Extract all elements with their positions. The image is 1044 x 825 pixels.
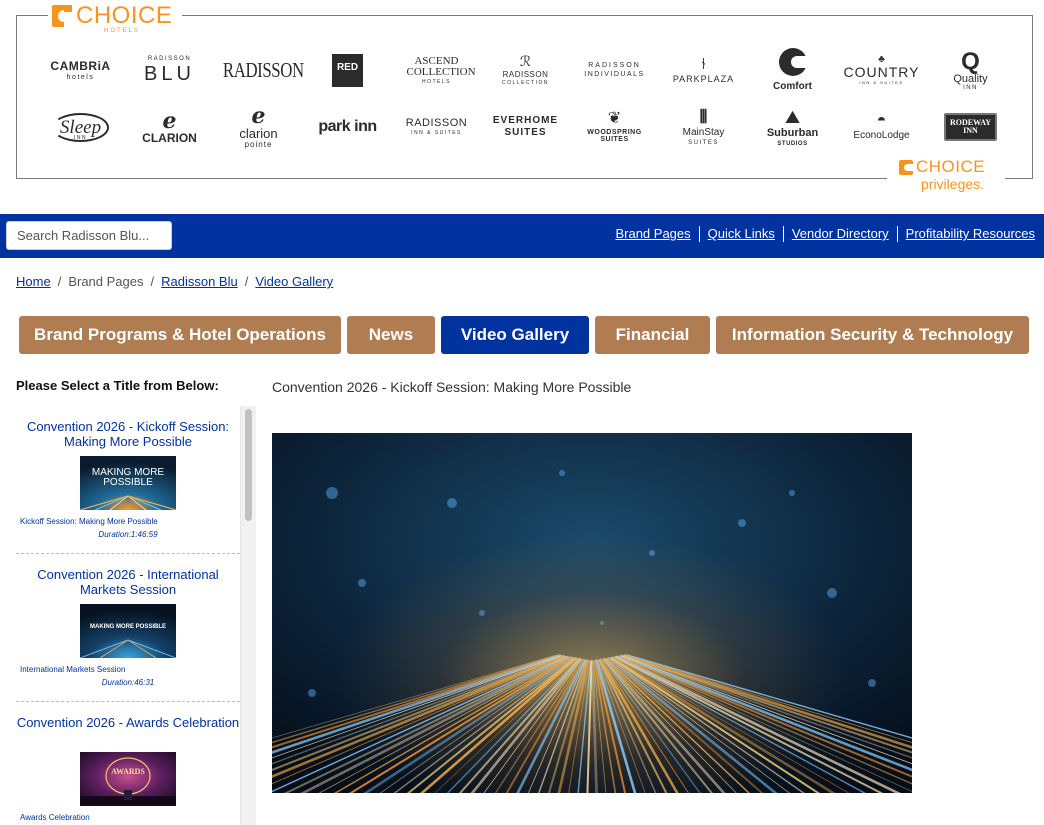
video-list: Convention 2026 - Kickoff Session: Makin… [16,406,240,825]
woodspring-leaf-icon: ❦ [607,110,622,127]
breadcrumb: Home / Brand Pages / Radisson Blu / Vide… [16,274,333,289]
rodeway-sub: INN [963,126,978,135]
brand-logo-quality-inn[interactable]: Q Quality INN [926,47,1015,91]
brand-logo-radisson-collection[interactable]: ℛ RADISSON COLLECTION [481,55,570,86]
list-item[interactable]: Convention 2026 - International Markets … [16,554,240,702]
brand-logo-country-inn[interactable]: ♣ COUNTRY INN & SUITES [837,55,926,85]
video-item-duration: Duration:46:31 [101,678,155,687]
breadcrumb-separator: / [150,274,155,289]
select-title-heading: Please Select a Title from Below: [16,378,219,393]
brand-logo-econolodge[interactable]: ◓ EconoLodge [837,113,926,141]
thumbnail-caption: MAKING MORE POSSIBLE [80,624,176,630]
tab-information-security[interactable]: Information Security & Technology [716,316,1029,354]
video-player[interactable] [272,433,912,793]
video-item-description: Kickoff Session: Making More Possible [20,517,158,526]
video-thumbnail[interactable]: MAKING MORE POSSIBLE [80,604,176,658]
brand-logo-radisson-inn-suites[interactable]: RADISSON INN & SUITES [392,118,481,136]
list-item[interactable]: Convention 2026 - Kickoff Session: Makin… [16,406,240,554]
brand-logo-row-1: CAMBRiA hotels RADISSON BLU RADISSON RED… [36,48,1021,92]
tab-financial[interactable]: Financial [595,316,710,354]
video-item-description: International Markets Session [20,665,126,674]
clarion-pointe-e-icon: ℯ [251,103,266,128]
video-item-title[interactable]: Convention 2026 - Awards Celebration [16,715,240,730]
sidebar-scrollbar-thumb[interactable] [245,409,252,521]
quality-q-icon: Q [961,47,980,75]
brand-logo-ascend[interactable]: ASCEND COLLECTION HOTELS [392,55,481,85]
breadcrumb-separator: / [57,274,62,289]
comfort-c-icon [778,48,807,76]
video-item-title[interactable]: Convention 2026 - International Markets … [16,567,240,597]
mainstay-bars-icon: ⦀ [699,107,708,127]
choice-hotels-logo[interactable]: CHOICE [52,3,172,29]
thumbnail-caption-text: MAKING MORE POSSIBLE [89,624,166,630]
list-item[interactable]: Convention 2026 - Awards Celebration AWA… [16,702,240,825]
brand-logo-suburban[interactable]: ⛰ Suburban STUDIOS [748,108,837,147]
nav-link-brand-pages[interactable]: Brand Pages [607,226,698,242]
video-item-description: Awards Celebration [20,813,90,822]
park-plaza-mark-icon: ⫮ [701,55,706,73]
thumbnail-caption: AWARDS [80,768,176,776]
econolodge-swoosh-icon: ◓ [876,112,887,129]
choice-privileges-logo[interactable]: CHOICE privileges. [887,152,1005,197]
suburban-mountain-icon: ⛰ [784,106,801,127]
brand-logo-row-2: Sleep INN ℯ CLARION ℯ clarion pointe par… [36,105,1021,149]
brand-logo-everhome[interactable]: EVERHOME SUITES [481,116,570,138]
nav-link-profitability-resources[interactable]: Profitability Resources [896,226,1035,242]
brand-logo-comfort[interactable]: Comfort [748,48,837,92]
brand-logo-radisson-individuals[interactable]: RADISSON INDIVIDUALS [570,62,659,78]
nav-links: Brand Pages Quick Links Vendor Directory… [607,226,1035,242]
video-list-panel[interactable]: Convention 2026 - Kickoff Session: Makin… [16,406,256,825]
brand-logo-radisson[interactable]: RADISSON [214,59,304,81]
thumbnail-caption-text: MAKING MORE POSSIBLE [91,467,165,488]
choice-logo-mark-icon [52,5,73,27]
thumbnail-caption: MAKING MORE POSSIBLE [80,468,176,488]
thumbnail-caption-text: AWARDS [111,767,145,776]
breadcrumb-radisson-blu[interactable]: Radisson Blu [161,274,238,289]
brand-logo-woodspring[interactable]: ❦ WOODSPRING SUITES [570,110,659,144]
nav-link-quick-links[interactable]: Quick Links [698,226,783,242]
brand-logo-clarion[interactable]: ℯ CLARION [125,108,214,145]
search-input[interactable] [6,221,172,250]
brand-logo-radisson-blu[interactable]: RADISSON BLU [125,56,214,84]
thumbnail-international-art [80,604,176,658]
breadcrumb-home[interactable]: Home [16,274,51,289]
video-item-title[interactable]: Convention 2026 - Kickoff Session: Makin… [16,419,240,449]
current-video-title: Convention 2026 - Kickoff Session: Makin… [272,379,632,395]
tab-video-gallery[interactable]: Video Gallery [441,316,589,354]
tab-news[interactable]: News [347,316,435,354]
clarion-e-icon: ℯ [162,108,177,133]
sidebar-scrollbar[interactable] [240,406,256,825]
brand-logo-clarion-pointe[interactable]: ℯ clarion pointe [214,105,303,149]
video-thumbnail[interactable]: MAKING MORE POSSIBLE [80,456,176,510]
breadcrumb-separator: / [244,274,249,289]
video-item-duration: Duration:1:46:59 [98,530,158,539]
choice-privileges-mark-icon [899,159,914,175]
nav-link-vendor-directory[interactable]: Vendor Directory [782,226,897,242]
brand-logo-park-plaza[interactable]: ⫮ PARKPLAZA [659,55,748,84]
brand-logo-rodeway[interactable]: RODEWAY INN [926,113,1015,141]
video-frame-light-streaks [272,433,912,793]
brand-logo-park-inn[interactable]: park inn [303,119,392,135]
breadcrumb-brand-pages: Brand Pages [68,274,144,289]
tab-brand-programs[interactable]: Brand Programs & Hotel Operations [19,316,341,354]
brand-logo-sleep-inn[interactable]: Sleep INN [36,113,125,142]
video-thumbnail[interactable]: AWARDS [80,752,176,806]
radisson-collection-monogram-icon: ℛ [519,53,532,70]
choice-logo-sub: HOTELS [104,28,141,34]
brand-logo-grid: CAMBRiA hotels RADISSON BLU RADISSON RED… [36,48,1021,162]
section-tabs: Brand Programs & Hotel Operations News V… [19,316,1029,354]
top-nav-bar: Brand Pages Quick Links Vendor Directory… [0,214,1044,258]
breadcrumb-video-gallery[interactable]: Video Gallery [255,274,333,289]
brand-logo-cambria[interactable]: CAMBRiA hotels [36,60,125,81]
brand-logo-radisson-red[interactable]: RED [303,53,392,87]
brand-logo-mainstay[interactable]: ⦀ MainStay SUITES [659,108,748,146]
thumbnail-awards-art [80,752,176,806]
